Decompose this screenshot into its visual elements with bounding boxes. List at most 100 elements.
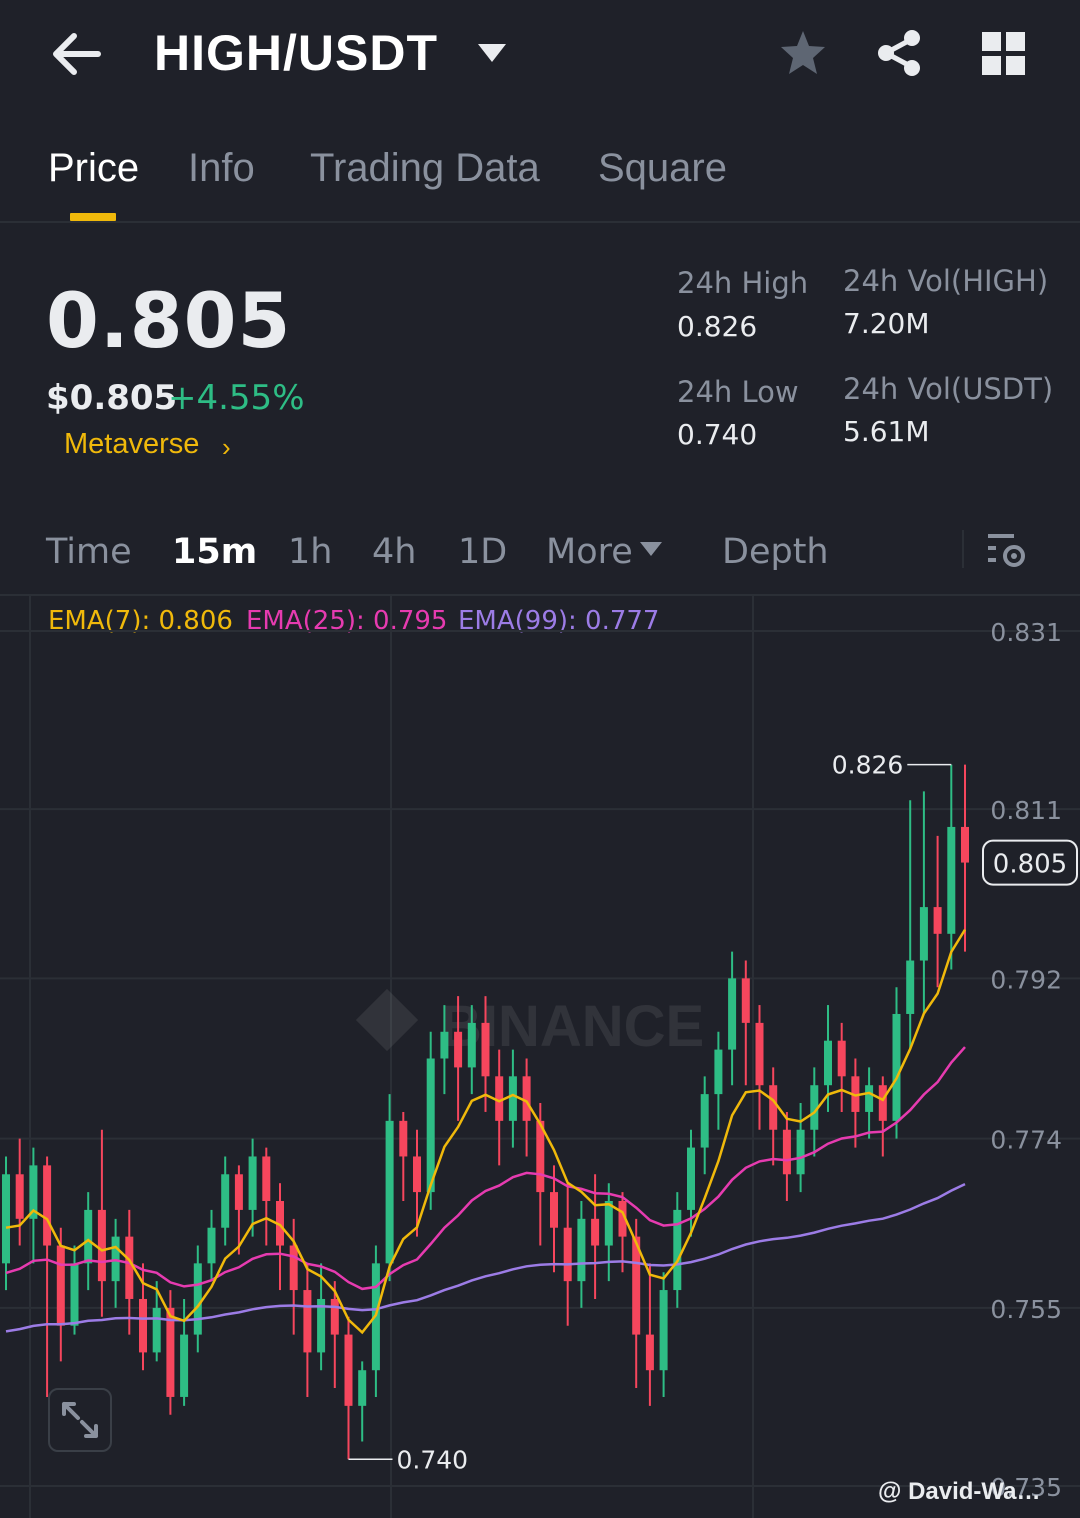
candle-body xyxy=(906,960,915,1014)
candle-body xyxy=(878,1085,887,1121)
candle-body xyxy=(892,1013,901,1121)
candle-body xyxy=(152,1307,161,1353)
candle-body xyxy=(947,826,956,934)
candle-body xyxy=(399,1120,408,1157)
chart-settings-icon[interactable] xyxy=(988,532,1028,570)
candle-body xyxy=(413,1156,421,1193)
candle-body xyxy=(221,1174,230,1228)
tab-trading-data[interactable]: Trading Data xyxy=(310,146,540,191)
candle-body xyxy=(728,978,737,1050)
y-tick-label: 0.811 xyxy=(990,796,1062,825)
candle-body xyxy=(207,1227,216,1264)
vol-quote-value: 5.61M xyxy=(843,415,930,448)
candle-body xyxy=(933,907,942,934)
y-tick-label: 0.792 xyxy=(990,965,1062,994)
candle-body xyxy=(522,1076,531,1121)
exchange-logo-watermark: BINANCE xyxy=(355,988,704,1059)
candle-body xyxy=(234,1174,243,1210)
interval-4h[interactable]: 4h xyxy=(372,532,416,572)
low-24h-label: 24h Low xyxy=(677,375,799,409)
current-price-label: 0.805 xyxy=(993,850,1067,880)
candlestick-chart[interactable]: 0.8310.8110.7920.7740.7550.735BINANCE0.8… xyxy=(0,596,1080,1518)
candle-body xyxy=(70,1263,79,1326)
candle-body xyxy=(782,1129,791,1175)
price-change-percent: +4.55% xyxy=(168,378,305,418)
candle-body xyxy=(837,1040,846,1077)
last-price: 0.805 xyxy=(46,276,292,365)
candle-body xyxy=(577,1218,586,1282)
candle-body xyxy=(426,1058,435,1193)
candle-body xyxy=(604,1201,613,1246)
candle-body xyxy=(330,1298,339,1335)
depth-tab[interactable]: Depth xyxy=(722,532,829,572)
candle-body xyxy=(824,1040,832,1086)
candle-body xyxy=(550,1192,558,1228)
candle-body xyxy=(687,1147,695,1210)
candle-body xyxy=(358,1370,367,1406)
candle-body xyxy=(796,1129,805,1175)
interval-1d[interactable]: 1D xyxy=(458,532,507,572)
tab-price[interactable]: Price xyxy=(48,146,139,191)
tab-info[interactable]: Info xyxy=(188,146,255,191)
tab-square[interactable]: Square xyxy=(598,146,727,191)
grid-icon[interactable] xyxy=(982,32,1026,76)
candle-body xyxy=(495,1076,504,1121)
interval-1h[interactable]: 1h xyxy=(288,532,332,572)
caret-down-icon[interactable] xyxy=(640,542,662,556)
candle-body xyxy=(714,1049,723,1095)
candle-body xyxy=(193,1263,202,1335)
candle-body xyxy=(563,1227,572,1282)
separator xyxy=(962,530,964,568)
candle-body xyxy=(865,1085,874,1112)
candle-body xyxy=(344,1334,353,1406)
candle-body xyxy=(755,1022,764,1086)
candle-body xyxy=(15,1174,24,1219)
max-price-marker: 0.826 xyxy=(832,751,904,780)
y-tick-label: 0.831 xyxy=(990,618,1062,647)
candle-body xyxy=(125,1236,134,1299)
pair-title[interactable]: HIGH/USDT xyxy=(154,24,438,82)
fullscreen-button[interactable] xyxy=(48,1388,112,1452)
candle-body xyxy=(43,1165,52,1246)
interval-15m[interactable]: 15m xyxy=(172,532,257,572)
candle-body xyxy=(467,1022,476,1068)
tabs-divider xyxy=(0,221,1080,223)
candle-body xyxy=(303,1290,312,1353)
candle-body xyxy=(84,1209,93,1264)
credit-watermark: @ David-Wa… xyxy=(878,1478,1041,1505)
y-tick-label: 0.774 xyxy=(990,1126,1062,1155)
candle-body xyxy=(481,1022,490,1077)
back-arrow-icon[interactable] xyxy=(50,30,102,78)
interval-more[interactable]: More xyxy=(546,532,633,572)
category-tag[interactable]: Metaverse xyxy=(64,428,199,461)
vol-quote-label: 24h Vol(USDT) xyxy=(843,372,1054,406)
candle-body xyxy=(139,1298,147,1353)
candle-body xyxy=(508,1076,517,1121)
candle-body xyxy=(56,1245,65,1326)
high-24h-value: 0.826 xyxy=(677,310,758,343)
candle-body xyxy=(741,978,750,1023)
share-icon[interactable] xyxy=(874,28,924,78)
candle-body xyxy=(2,1174,10,1264)
candle-body xyxy=(440,1031,449,1059)
candle-body xyxy=(385,1120,394,1264)
candle-body xyxy=(591,1218,600,1246)
chevron-right-icon[interactable]: › xyxy=(222,432,231,463)
star-icon[interactable] xyxy=(778,28,828,78)
ema99-line xyxy=(5,1182,966,1333)
candle-body xyxy=(700,1094,709,1148)
low-24h-value: 0.740 xyxy=(677,418,758,451)
vol-base-value: 7.20M xyxy=(843,307,930,340)
candle-body xyxy=(454,1031,463,1068)
candle-body xyxy=(659,1290,668,1371)
candle-body xyxy=(645,1334,654,1371)
interval-time[interactable]: Time xyxy=(46,532,132,572)
candle-body xyxy=(248,1156,257,1210)
candle-body xyxy=(961,826,969,863)
high-24h-label: 24h High xyxy=(677,266,809,300)
usd-price: $0.805 xyxy=(46,378,178,418)
candle-body xyxy=(97,1209,106,1282)
candle-body xyxy=(289,1245,298,1291)
vol-base-label: 24h Vol(HIGH) xyxy=(843,264,1049,298)
caret-down-icon[interactable] xyxy=(478,44,506,62)
